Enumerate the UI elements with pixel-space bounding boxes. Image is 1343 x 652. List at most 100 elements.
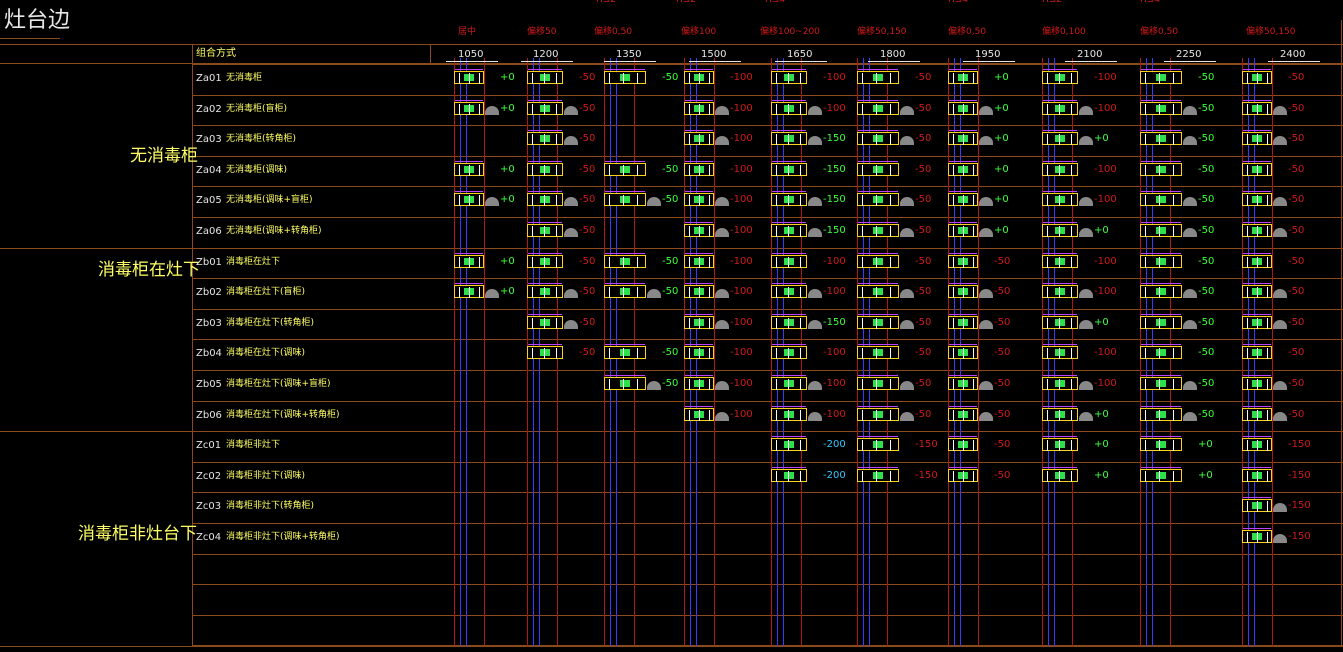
cabinet-divider xyxy=(800,410,801,421)
cabinet-block xyxy=(857,253,899,268)
cabinet-marker xyxy=(949,406,977,409)
cabinet-divider xyxy=(800,379,801,390)
cabinet-block xyxy=(1140,130,1182,145)
cabinet-block xyxy=(1140,69,1182,84)
corner-arc-icon xyxy=(900,320,914,329)
cabinet-marker xyxy=(685,222,713,225)
offset-value: +0 xyxy=(500,286,515,297)
cabinet-marker xyxy=(1243,406,1271,409)
cabinet-block xyxy=(857,467,899,482)
cabinet-block xyxy=(1242,222,1272,237)
height-mark: H≤2 xyxy=(676,0,697,5)
cabinet-divider xyxy=(469,257,470,268)
cabinet-marker xyxy=(858,69,898,72)
cabinet-block xyxy=(948,375,978,390)
offset-value: -50 xyxy=(1288,409,1305,420)
cabinet-block xyxy=(684,69,714,84)
cabinet-divider xyxy=(1267,195,1268,206)
cabinet-divider xyxy=(689,226,690,237)
cabinet-divider xyxy=(890,73,891,84)
cabinet-block xyxy=(1242,283,1272,298)
cabinet-divider xyxy=(1247,318,1248,329)
cabinet-block xyxy=(1242,191,1272,206)
offset-value: +0 xyxy=(994,72,1009,83)
corner-arc-icon xyxy=(715,228,729,237)
cabinet-divider xyxy=(1145,440,1146,451)
cabinet-divider xyxy=(963,410,964,421)
cabinet-divider xyxy=(1173,440,1174,451)
cabinet-divider xyxy=(953,134,954,145)
cabinet-marker xyxy=(1243,161,1271,164)
row-name: 消毒柜在灶下(转角柜) xyxy=(226,318,315,328)
col-guide-blue xyxy=(466,58,467,646)
cabinet-divider xyxy=(1173,348,1174,359)
cabinet-divider xyxy=(556,348,557,359)
cabinet-fill xyxy=(1156,472,1166,479)
cabinet-marker xyxy=(1243,222,1271,225)
cabinet-block xyxy=(1140,314,1182,329)
offset-value: -150 xyxy=(915,439,938,450)
corner-arc-icon xyxy=(564,197,578,206)
corner-arc-icon xyxy=(715,197,729,206)
offset-value: -50 xyxy=(1288,164,1305,175)
cabinet-marker xyxy=(1243,528,1271,531)
cabinet-marker xyxy=(528,314,562,317)
cabinet-block xyxy=(684,161,714,176)
cabinet-divider xyxy=(637,165,638,176)
cabinet-divider xyxy=(699,410,700,421)
offset-value: +0 xyxy=(994,194,1009,205)
cabinet-divider xyxy=(699,257,700,268)
cabinet-divider xyxy=(1247,226,1248,237)
cabinet-divider xyxy=(1145,134,1146,145)
cabinet-marker xyxy=(1043,191,1077,194)
corner-arc-icon xyxy=(979,320,993,329)
cabinet-fill xyxy=(873,105,883,112)
cabinet-divider xyxy=(709,348,710,359)
offset-value: +0 xyxy=(1094,225,1109,236)
offset-value: -50 xyxy=(579,256,596,267)
cabinet-fill xyxy=(540,319,550,326)
offset-value: -50 xyxy=(994,439,1011,450)
cabinet-divider xyxy=(963,134,964,145)
row-code: Zb02 xyxy=(196,287,222,298)
cabinet-marker xyxy=(1141,191,1181,194)
column-size: 1200 xyxy=(533,49,559,60)
cabinet-divider xyxy=(1267,379,1268,390)
corner-arc-icon xyxy=(1079,136,1093,145)
offset-value: -50 xyxy=(915,225,932,236)
cabinet-divider xyxy=(1059,379,1060,390)
cabinet-divider xyxy=(953,471,954,482)
cabinet-block xyxy=(684,253,714,268)
cabinet-divider xyxy=(1257,410,1258,421)
cabinet-divider xyxy=(776,257,777,268)
offset-value: -50 xyxy=(662,378,679,389)
cabinet-divider xyxy=(1059,134,1060,145)
corner-arc-icon xyxy=(979,289,993,298)
offset-value: +0 xyxy=(500,72,515,83)
row-code: Za04 xyxy=(196,165,222,176)
offset-value: -50 xyxy=(915,378,932,389)
cabinet-marker xyxy=(1243,283,1271,286)
cabinet-marker xyxy=(858,406,898,409)
cabinet-divider xyxy=(1247,257,1248,268)
offset-value: -50 xyxy=(579,347,596,358)
cabinet-divider xyxy=(479,195,480,206)
cabinet-marker xyxy=(455,253,483,256)
cabinet-divider xyxy=(776,440,777,451)
cabinet-divider xyxy=(1257,195,1258,206)
cabinet-block xyxy=(948,130,978,145)
cabinet-divider xyxy=(1071,104,1072,115)
cabinet-divider xyxy=(699,73,700,84)
cabinet-divider xyxy=(479,104,480,115)
cabinet-block xyxy=(857,314,899,329)
cabinet-divider xyxy=(459,195,460,206)
offset-value: -50 xyxy=(579,103,596,114)
col-guide-red xyxy=(454,58,455,646)
cabinet-block xyxy=(684,191,714,206)
cabinet-marker xyxy=(1243,191,1271,194)
row-name: 无消毒柜 xyxy=(226,73,263,83)
column-offset: 偏移50 xyxy=(527,27,557,37)
cabinet-divider xyxy=(1173,257,1174,268)
cabinet-block xyxy=(1042,191,1078,206)
cabinet-divider xyxy=(623,195,624,206)
